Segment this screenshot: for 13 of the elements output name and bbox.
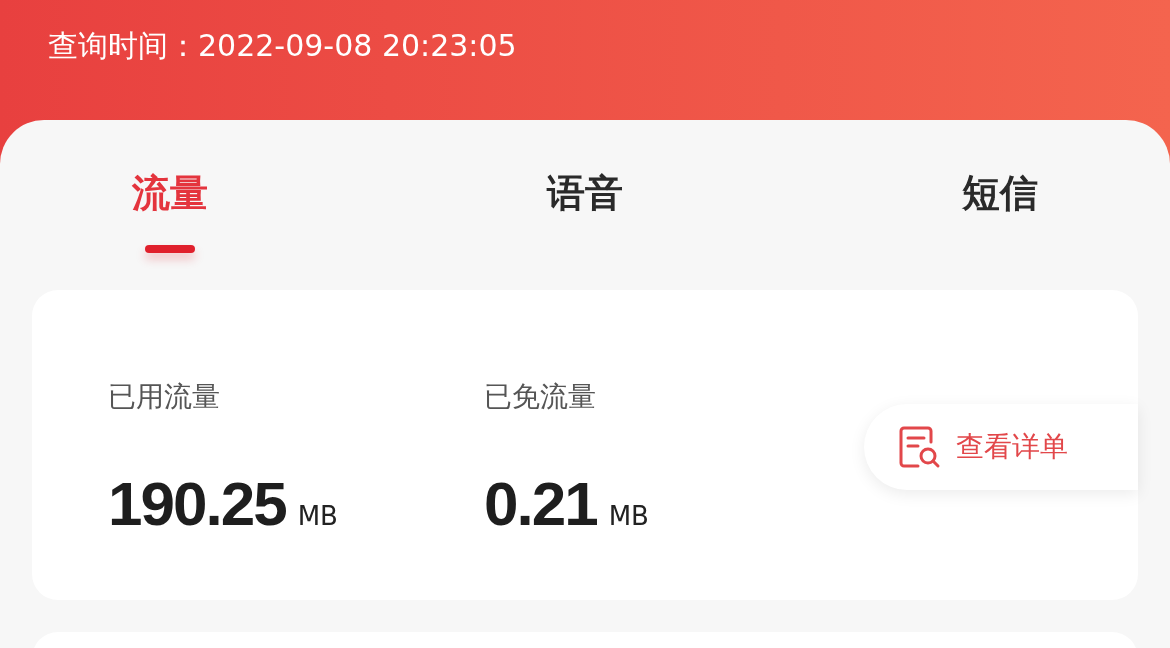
stat-value: 0.21: [484, 468, 597, 539]
document-search-icon: [898, 424, 942, 470]
tab-indicator: [145, 245, 195, 253]
stat-label: 已用流量: [108, 379, 221, 415]
stat-unit: MB: [297, 501, 338, 531]
tab[interactable]: 流量: [132, 168, 208, 219]
stat-value: 190.25: [108, 468, 286, 539]
stat-unit: MB: [608, 501, 649, 531]
query-time: 查询时间：2022-09-08 20:23:05: [48, 28, 517, 63]
tab[interactable]: 短信: [962, 168, 1038, 219]
detail-button[interactable]: 查看详单: [864, 404, 1138, 490]
stat-label: 已免流量: [484, 379, 597, 415]
tab[interactable]: 语音: [547, 168, 623, 219]
